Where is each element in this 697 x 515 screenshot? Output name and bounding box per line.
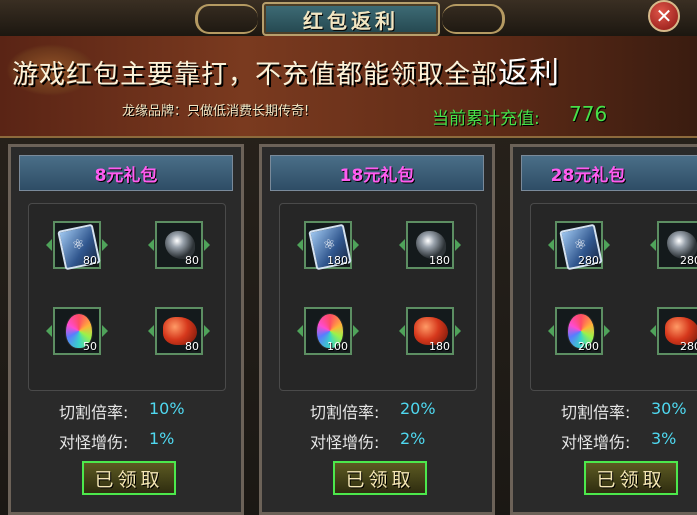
item-qty: 280 [578, 254, 599, 267]
damage-bonus-label: 对怪增伤: [561, 433, 631, 452]
pack-panel-8: 8元礼包 ⚛ 80 80 50 80 切割倍率: 10% 对怪增伤: 1% 已领… [8, 144, 244, 515]
item-qty: 280 [680, 254, 697, 267]
banner-headline: 游戏红包主要靠打，不充值都能领取全部返利 [12, 48, 560, 92]
item-qty: 180 [327, 254, 348, 267]
recharge-value: 776 [569, 102, 608, 126]
rebate-window: 红包返利 ✕ 游戏红包主要靠打，不充值都能领取全部返利 龙缘品牌：只做低消费长期… [0, 0, 697, 515]
damage-bonus-label: 对怪增伤: [310, 433, 380, 452]
cut-rate-label: 切割倍率: [59, 403, 129, 422]
item-qty: 80 [185, 254, 199, 267]
item-qty: 100 [327, 340, 348, 353]
close-icon: ✕ [655, 4, 673, 28]
pack-panel-18: 18元礼包 ⚛ 180 180 100 180 切割倍率: 20% 对怪增伤: … [259, 144, 495, 515]
item-qty: 200 [578, 340, 599, 353]
item-slot[interactable]: 180 [406, 307, 454, 355]
title-plate: 红包返利 [262, 2, 440, 36]
headline-big-text: 返利 [498, 56, 561, 91]
item-slot[interactable]: 80 [155, 307, 203, 355]
claimed-button[interactable]: 已领取 [584, 461, 678, 495]
item-slot[interactable]: ⚛ 80 [53, 221, 101, 271]
item-qty: 80 [185, 340, 199, 353]
item-qty: 280 [680, 340, 697, 353]
pack-header: 28元礼包 [521, 155, 697, 191]
claimed-button[interactable]: 已领取 [333, 461, 427, 495]
cut-rate-label: 切割倍率: [561, 403, 631, 422]
item-slot[interactable]: 200 [555, 307, 603, 355]
cut-rate-value: 20% [400, 399, 436, 418]
cut-rate-label: 切割倍率: [310, 403, 380, 422]
damage-bonus-value: 3% [651, 429, 677, 448]
item-slot[interactable]: 80 [155, 221, 203, 269]
item-qty: 180 [429, 340, 450, 353]
item-qty: 80 [83, 254, 97, 267]
item-slot[interactable]: ⚛ 280 [555, 221, 603, 271]
pack-header: 18元礼包 [270, 155, 484, 191]
item-qty: 180 [429, 254, 450, 267]
title-ornament-right [442, 4, 505, 34]
pack-title: 28元礼包 [550, 165, 626, 186]
close-button[interactable]: ✕ [648, 0, 680, 32]
cut-rate-value: 30% [651, 399, 687, 418]
pack-title: 8元礼包 [94, 165, 158, 186]
cut-rate-value: 10% [149, 399, 185, 418]
title-bar: 红包返利 ✕ [0, 0, 697, 37]
item-slot[interactable]: 50 [53, 307, 101, 355]
item-slot[interactable]: 100 [304, 307, 352, 355]
item-slot[interactable]: 180 [406, 221, 454, 269]
item-qty: 50 [83, 340, 97, 353]
claimed-button[interactable]: 已领取 [82, 461, 176, 495]
headline-text: 游戏红包主要靠打，不充值都能领取全部 [12, 60, 499, 90]
pack-title: 18元礼包 [339, 165, 415, 186]
title-ornament-left [195, 4, 258, 34]
pack-panel-28: 28元礼包 ⚛ 280 280 200 280 切割倍率: 30% 对怪增伤: … [510, 144, 697, 515]
pack-header: 8元礼包 [19, 155, 233, 191]
claimed-button-label: 已领取 [345, 468, 415, 491]
brand-slogan: 龙缘品牌：只做低消费长期传奇! [122, 104, 310, 119]
recharge-label: 当前累计充值: [432, 109, 540, 129]
item-slot[interactable]: ⚛ 180 [304, 221, 352, 271]
claimed-button-label: 已领取 [596, 468, 666, 491]
window-title: 红包返利 [303, 8, 399, 33]
item-slot[interactable]: 280 [657, 307, 697, 355]
claimed-button-label: 已领取 [94, 468, 164, 491]
damage-bonus-value: 2% [400, 429, 426, 448]
item-slot[interactable]: 280 [657, 221, 697, 269]
damage-bonus-value: 1% [149, 429, 175, 448]
damage-bonus-label: 对怪增伤: [59, 433, 129, 452]
